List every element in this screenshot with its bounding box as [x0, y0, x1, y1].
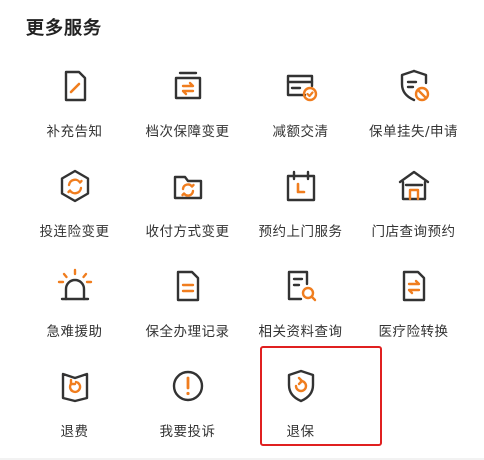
record-document-icon	[168, 266, 208, 306]
service-document-query[interactable]: 相关资料查询	[244, 258, 357, 358]
service-supplementary-notice[interactable]: 补充告知	[18, 58, 131, 158]
service-reduced-paidup[interactable]: 减额交清	[244, 58, 357, 158]
service-coverage-level-change[interactable]: 档次保障变更	[131, 58, 244, 158]
service-label: 补充告知	[46, 124, 103, 140]
service-label: 预约上门服务	[258, 224, 343, 240]
service-refund[interactable]: 退费	[18, 358, 131, 458]
service-label: 退保	[286, 424, 315, 440]
service-label: 保单挂失/申请	[368, 124, 459, 140]
service-label: 门店查询预约	[371, 224, 456, 240]
services-grid: 补充告知 档次保障变更 减额交清 保单挂失/申请 投连险变更 收付方式变更 预约…	[18, 58, 484, 458]
calendar-icon	[281, 166, 321, 206]
service-label: 医疗险转换	[378, 324, 449, 340]
service-label: 减额交清	[272, 124, 329, 140]
service-label: 保全办理记录	[145, 324, 230, 340]
service-home-visit-booking[interactable]: 预约上门服务	[244, 158, 357, 258]
change-level-icon	[168, 66, 208, 106]
service-preservation-records[interactable]: 保全办理记录	[131, 258, 244, 358]
document-transfer-icon	[394, 266, 434, 306]
store-icon	[394, 166, 434, 206]
shield-return-icon	[281, 366, 321, 406]
service-surrender[interactable]: 退保	[244, 358, 357, 458]
service-label: 投连险变更	[39, 224, 110, 240]
service-complaint[interactable]: 我要投诉	[131, 358, 244, 458]
card-check-icon	[281, 66, 321, 106]
hexagon-refresh-icon	[55, 166, 95, 206]
service-label: 退费	[60, 424, 89, 440]
document-search-icon	[281, 266, 321, 306]
service-investment-linked-change[interactable]: 投连险变更	[18, 158, 131, 258]
exclamation-circle-icon	[168, 366, 208, 406]
folder-refresh-icon	[168, 166, 208, 206]
service-emergency-assistance[interactable]: 急难援助	[18, 258, 131, 358]
service-label: 档次保障变更	[145, 124, 230, 140]
edit-document-icon	[55, 66, 95, 106]
shield-block-icon	[394, 66, 434, 106]
service-store-search-booking[interactable]: 门店查询预约	[357, 158, 470, 258]
service-payment-method-change[interactable]: 收付方式变更	[131, 158, 244, 258]
refund-icon	[55, 366, 95, 406]
service-medical-insurance-conversion[interactable]: 医疗险转换	[357, 258, 470, 358]
section-title: 更多服务	[26, 18, 102, 39]
service-policy-loss-report[interactable]: 保单挂失/申请	[357, 58, 470, 158]
service-label: 相关资料查询	[258, 324, 343, 340]
service-label: 急难援助	[46, 324, 103, 340]
service-label: 收付方式变更	[145, 224, 230, 240]
alarm-icon	[55, 266, 95, 306]
service-label: 我要投诉	[159, 424, 216, 440]
